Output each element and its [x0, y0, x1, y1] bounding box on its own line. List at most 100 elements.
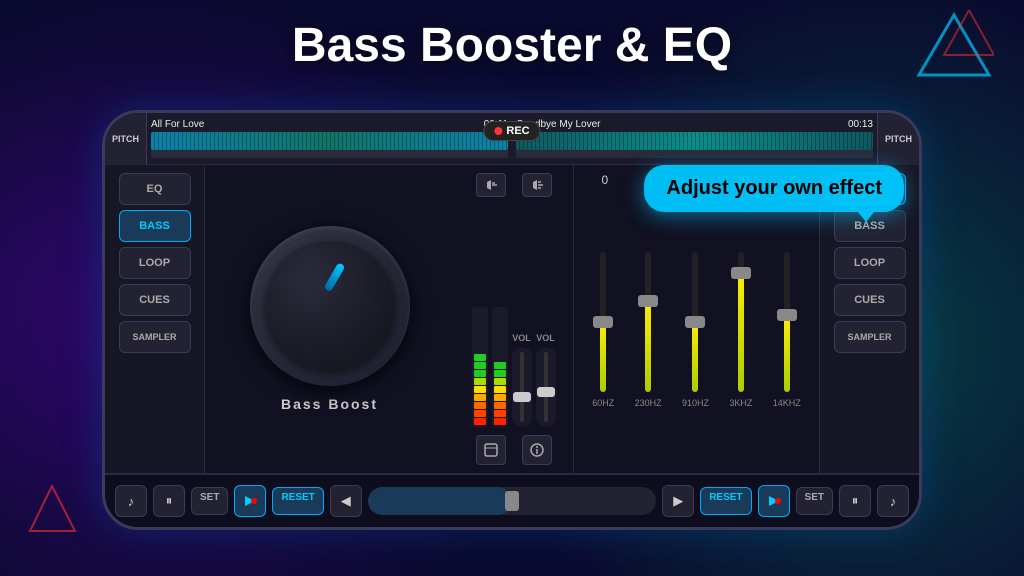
tooltip-bubble: Adjust your own effect — [644, 165, 904, 212]
left-loop-button[interactable]: LOOP — [119, 247, 191, 279]
music-note-icon-left[interactable]: ♪ — [115, 485, 147, 517]
page-title: Bass Booster & EQ — [292, 18, 732, 73]
knob-area: Bass Boost — [205, 165, 454, 473]
left-track-info: All For Love 00:11 — [151, 119, 508, 130]
vol-slider-2[interactable] — [536, 347, 556, 427]
vol-thumb-2[interactable] — [537, 387, 555, 397]
right-track-time: 00:13 — [848, 119, 873, 130]
eq-fill-14khz — [784, 315, 790, 392]
arrow-rec-btn[interactable] — [234, 485, 266, 517]
vol-up-icon[interactable] — [522, 173, 552, 197]
rec-dot — [494, 127, 502, 135]
eq-fill-910hz — [692, 322, 698, 392]
eq-slider-230hz: 230HZ — [635, 252, 662, 408]
eq-thumb-230hz[interactable] — [638, 295, 658, 307]
vol-icons — [476, 173, 552, 197]
vu-bar-2 — [492, 307, 508, 427]
deco-triangle-bottom-left — [20, 476, 80, 536]
pause-btn-right[interactable]: ⏸ — [839, 485, 871, 517]
deco-triangle-top-right — [914, 10, 994, 80]
center-panel: VOL VOL — [454, 165, 574, 473]
eq-label-14khz: 14KHZ — [773, 398, 801, 408]
knob-outer[interactable] — [250, 226, 410, 386]
right-sampler-button[interactable]: SAMPLER — [834, 321, 906, 353]
left-track-name: All For Love — [151, 119, 204, 130]
eq-track-3khz[interactable] — [738, 252, 744, 392]
pause-btn-left[interactable]: ⏸ — [153, 485, 185, 517]
right-track-section: Goodbye My Lover 00:13 — [512, 117, 877, 160]
vu-bar-1 — [472, 307, 488, 427]
transport-bar: ♪ ⏸ SET RESET ◀ ▶ RESET SET ⏸ ♪ — [105, 473, 919, 527]
vol-thumb-1[interactable] — [513, 392, 531, 402]
eq-label-3khz: 3KHZ — [729, 398, 752, 408]
right-loop-button[interactable]: LOOP — [834, 247, 906, 279]
rec-label: REC — [506, 125, 529, 137]
vol-label-1: VOL — [512, 333, 531, 343]
left-bass-button[interactable]: BASS — [119, 210, 191, 242]
left-time-ruler — [151, 150, 508, 158]
left-panel: EQ BASS LOOP CUES SAMPLER — [105, 165, 205, 473]
pitch-btn-left[interactable]: PITCH — [105, 113, 147, 165]
right-waveform — [516, 132, 873, 150]
settings-icon-btn[interactable] — [476, 435, 506, 465]
eq-fill-60hz — [600, 322, 606, 392]
vu-meters: VOL VOL — [472, 205, 556, 427]
waveform-bar: PITCH All For Love 00:11 REC Goodbye My … — [105, 113, 919, 165]
eq-slider-60hz: 60HZ — [592, 252, 614, 408]
eq-track-910hz[interactable] — [692, 252, 698, 392]
vol-slider-1-container: VOL — [512, 333, 532, 427]
eq-thumb-910hz[interactable] — [685, 316, 705, 328]
vol-track-1 — [520, 352, 524, 422]
left-sampler-button[interactable]: SAMPLER — [119, 321, 191, 353]
eq-slider-14khz: 14KHZ — [773, 252, 801, 408]
eq-val-0: 0 — [585, 173, 625, 187]
eq-slider-910hz: 910HZ — [682, 252, 709, 408]
vol-down-icon[interactable] — [476, 173, 506, 197]
left-eq-button[interactable]: EQ — [119, 173, 191, 205]
vol-slider-1[interactable] — [512, 347, 532, 427]
bottom-icons — [476, 435, 552, 465]
arrow-rec-btn-right[interactable] — [758, 485, 790, 517]
eq-thumb-3khz[interactable] — [731, 267, 751, 279]
left-cues-button[interactable]: CUES — [119, 284, 191, 316]
right-track-info: Goodbye My Lover 00:13 — [516, 119, 873, 130]
vol-label-2: VOL — [536, 333, 555, 343]
eq-slider-3khz: 3KHZ — [729, 252, 752, 408]
knob-label: Bass Boost — [281, 396, 378, 412]
right-cues-button[interactable]: CUES — [834, 284, 906, 316]
progress-thumb[interactable] — [505, 491, 519, 511]
knob-inner — [265, 241, 395, 371]
eq-fill-230hz — [645, 301, 651, 392]
progress-fill — [368, 487, 512, 515]
vol-slider-2-container: VOL — [536, 333, 556, 427]
vu-column-1 — [472, 307, 488, 427]
eq-label-910hz: 910HZ — [682, 398, 709, 408]
reset-btn[interactable]: RESET — [272, 487, 323, 515]
eq-fill-3khz — [738, 273, 744, 392]
next-btn[interactable]: ▶ — [662, 485, 694, 517]
music-note-icon-right[interactable]: ♪ — [877, 485, 909, 517]
eq-track-230hz[interactable] — [645, 252, 651, 392]
eq-sliders: 60HZ 230HZ — [582, 195, 811, 465]
eq-label-230hz: 230HZ — [635, 398, 662, 408]
vol-track-2 — [544, 352, 548, 422]
right-time-ruler — [516, 150, 873, 158]
info-icon-btn[interactable] — [522, 435, 552, 465]
pitch-btn-right[interactable]: PITCH — [877, 113, 919, 165]
set-btn-right[interactable]: SET — [796, 487, 833, 515]
vu-column-2 — [492, 307, 508, 427]
eq-track-60hz[interactable] — [600, 252, 606, 392]
left-track-section: All For Love 00:11 — [147, 117, 512, 160]
eq-thumb-14khz[interactable] — [777, 309, 797, 321]
eq-thumb-60hz[interactable] — [593, 316, 613, 328]
knob-container[interactable] — [250, 226, 410, 386]
progress-bar[interactable] — [368, 487, 656, 515]
left-waveform — [151, 132, 508, 150]
eq-label-60hz: 60HZ — [592, 398, 614, 408]
rec-button[interactable]: REC — [483, 121, 540, 141]
knob-indicator — [323, 262, 345, 292]
eq-track-14khz[interactable] — [784, 252, 790, 392]
reset-btn-right[interactable]: RESET — [700, 487, 751, 515]
prev-btn[interactable]: ◀ — [330, 485, 362, 517]
set-btn-left[interactable]: SET — [191, 487, 228, 515]
